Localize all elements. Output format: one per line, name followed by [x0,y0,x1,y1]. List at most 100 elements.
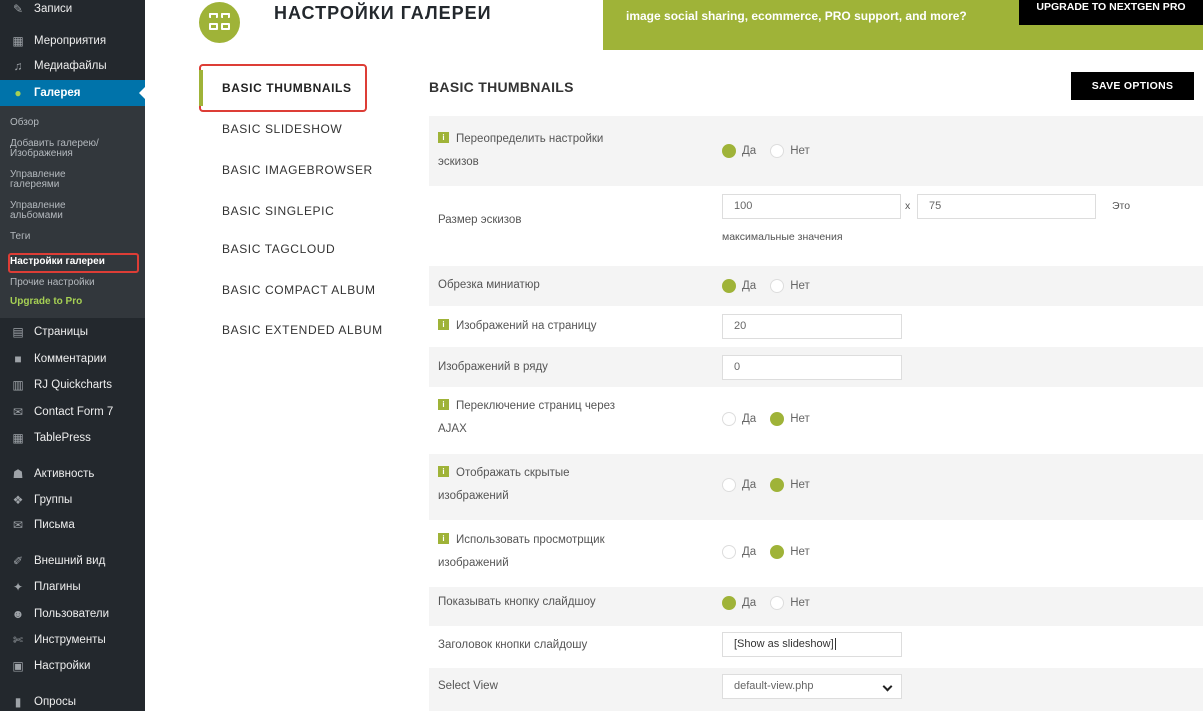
info-icon[interactable]: i [438,533,449,545]
tab-basic-compact-album[interactable]: BASIC COMPACT ALBUM [222,283,422,297]
select-view-label: Select View [438,680,498,692]
sidebar-item-posts[interactable]: ✎ Записи [0,0,145,22]
radio-yes-label: Да [742,546,757,558]
tab-basic-slideshow[interactable]: BASIC SLIDESHOW [222,122,422,136]
hidden-line1: Отображать скрытые [456,467,570,479]
sidebar-item-label: Медиафайлы [34,60,107,72]
per-page-input[interactable]: 20 [722,314,902,339]
radio-no[interactable] [770,478,785,492]
ajax-line2: AJAX [438,423,467,435]
setting-label: i Переопределить настройки эскизов [438,128,603,174]
sidebar-item-label: Настройки [34,660,91,672]
tab-basic-singlepic[interactable]: BASIC SINGLEPIC [222,204,422,218]
chevron-down-icon [882,681,893,692]
setting-row-per-row: Изображений в ряду 0 [429,347,1203,387]
viewer-label: i Использовать просмотрщик изображений [438,529,605,575]
setting-row-per-page: i Изображений на страницу 20 [429,306,1203,347]
slideshow-radio-group: Да Нет [722,596,824,610]
app-root: ✎ Записи ▦ Мероприятия ♫ Медиафайлы ● Га… [0,0,1203,711]
sidebar-item-label: Пользователи [34,608,110,620]
radio-no[interactable] [770,596,785,610]
sidebar-item-tablepress[interactable]: ▦ TablePress [0,425,145,451]
sidebar-item-tools[interactable]: ✄ Инструменты [0,627,145,653]
per-row-input[interactable]: 0 [722,355,902,380]
radio-yes[interactable] [722,478,736,492]
chart-icon: ▥ [12,378,24,392]
promo-text: image social sharing, ecommerce, PRO sup… [626,9,967,23]
sidebar-item-users[interactable]: ☻ Пользователи [0,601,145,627]
sidebar-item-polls[interactable]: ▮ Опросы [0,689,145,711]
active-tab-indicator [199,70,203,106]
sidebar-item-media[interactable]: ♫ Медиафайлы [0,53,145,79]
tab-basic-imagebrowser[interactable]: BASIC IMAGEBROWSER [222,163,422,177]
select-view-dropdown[interactable]: default-view.php [722,674,902,699]
sidebar-item-quickcharts[interactable]: ▥ RJ Quickcharts [0,372,145,398]
thumb-height-input[interactable]: 75 [917,194,1096,219]
save-options-button[interactable]: SAVE OPTIONS [1071,72,1194,100]
thumb-width-input[interactable]: 100 [722,194,901,219]
sidebar-item-label: Письма [34,519,75,531]
sidebar-item-activity[interactable]: ☗ Активность [0,461,145,487]
override-line1: Переопределить настройки [456,133,604,145]
size-times: x [905,200,911,212]
sidebar-item-label: Комментарии [34,353,107,365]
slideshow-title-value: [Show as slideshow] [734,638,834,650]
settings-icon: ▣ [12,659,24,673]
radio-yes[interactable] [722,144,736,158]
sidebar-item-settings[interactable]: ▣ Настройки [0,653,145,679]
crop-label: Обрезка миниатюр [438,279,540,291]
hidden-radio-group: Да Нет [722,478,824,492]
sidebar-item-label: Галерея [34,87,81,99]
tab-basic-tagcloud[interactable]: BASIC TAGCLOUD [222,242,422,256]
submenu-upgrade-to-pro[interactable]: Upgrade to Pro [10,297,140,307]
radio-no-label: Нет [790,280,810,292]
radio-no[interactable] [770,412,785,426]
sidebar-item-label: Внешний вид [34,555,106,567]
tab-basic-extended-album[interactable]: BASIC EXTENDED ALBUM [222,323,422,337]
tab-basic-thumbnails[interactable]: BASIC THUMBNAILS [222,81,422,95]
submenu-other-settings[interactable]: Прочие настройки [10,278,140,288]
radio-no[interactable] [770,545,785,559]
sidebar-item-label: Группы [34,494,73,506]
sidebar-item-label: Инструменты [34,634,106,646]
sidebar-item-label: Записи [34,3,73,15]
submenu-manage-galleries-line2[interactable]: галереями [10,180,140,190]
sidebar-item-plugins[interactable]: ✦ Плагины [0,574,145,600]
upgrade-pro-button[interactable]: UPGRADE TO NEXTGEN PRO [1019,0,1203,25]
sidebar-item-label: Плагины [34,581,81,593]
hidden-line2: изображений [438,490,509,502]
sidebar-item-comments[interactable]: ■ Комментарии [0,346,145,372]
setting-row-ajax: i Переключение страниц через AJAX Да Нет [429,387,1203,454]
radio-no[interactable] [770,279,785,293]
submenu-tags[interactable]: Теги [10,232,140,242]
section-title: BASIC THUMBNAILS [429,79,574,95]
sidebar-item-events[interactable]: ▦ Мероприятия [0,28,145,54]
info-icon[interactable]: i [438,466,449,478]
radio-yes[interactable] [722,596,736,610]
submenu-manage-albums-line2[interactable]: альбомами [10,211,140,221]
submenu-overview[interactable]: Обзор [10,118,140,128]
submenu-add-gallery-line2[interactable]: Изображения [10,149,140,159]
radio-yes-label: Да [742,145,757,157]
radio-yes[interactable] [722,279,736,293]
sidebar-item-appearance[interactable]: ✐ Внешний вид [0,548,145,574]
sidebar-item-label: Contact Form 7 [34,406,114,418]
radio-yes[interactable] [722,545,736,559]
sidebar-item-label: Активность [34,468,95,480]
users-icon: ☻ [11,607,25,621]
info-icon[interactable]: i [438,319,449,331]
crop-radio-group: Да Нет [722,279,824,293]
slideshow-title-input[interactable]: [Show as slideshow] [722,632,902,657]
radio-no[interactable] [770,144,785,158]
radio-yes[interactable] [722,412,736,426]
sidebar-item-pages[interactable]: ▤ Страницы [0,319,145,345]
logo-square-4 [221,13,230,18]
sidebar-item-gallery[interactable]: ● Галерея [0,80,145,106]
sidebar-item-messages[interactable]: ✉ Письма [0,512,145,538]
sidebar-item-label: Страницы [34,326,88,338]
sidebar-item-groups[interactable]: ❖ Группы [0,487,145,513]
table-icon: ▦ [12,431,24,445]
info-icon[interactable]: i [438,399,449,411]
sidebar-item-contact-form[interactable]: ✉ Contact Form 7 [0,399,145,425]
info-icon[interactable]: i [438,132,449,144]
